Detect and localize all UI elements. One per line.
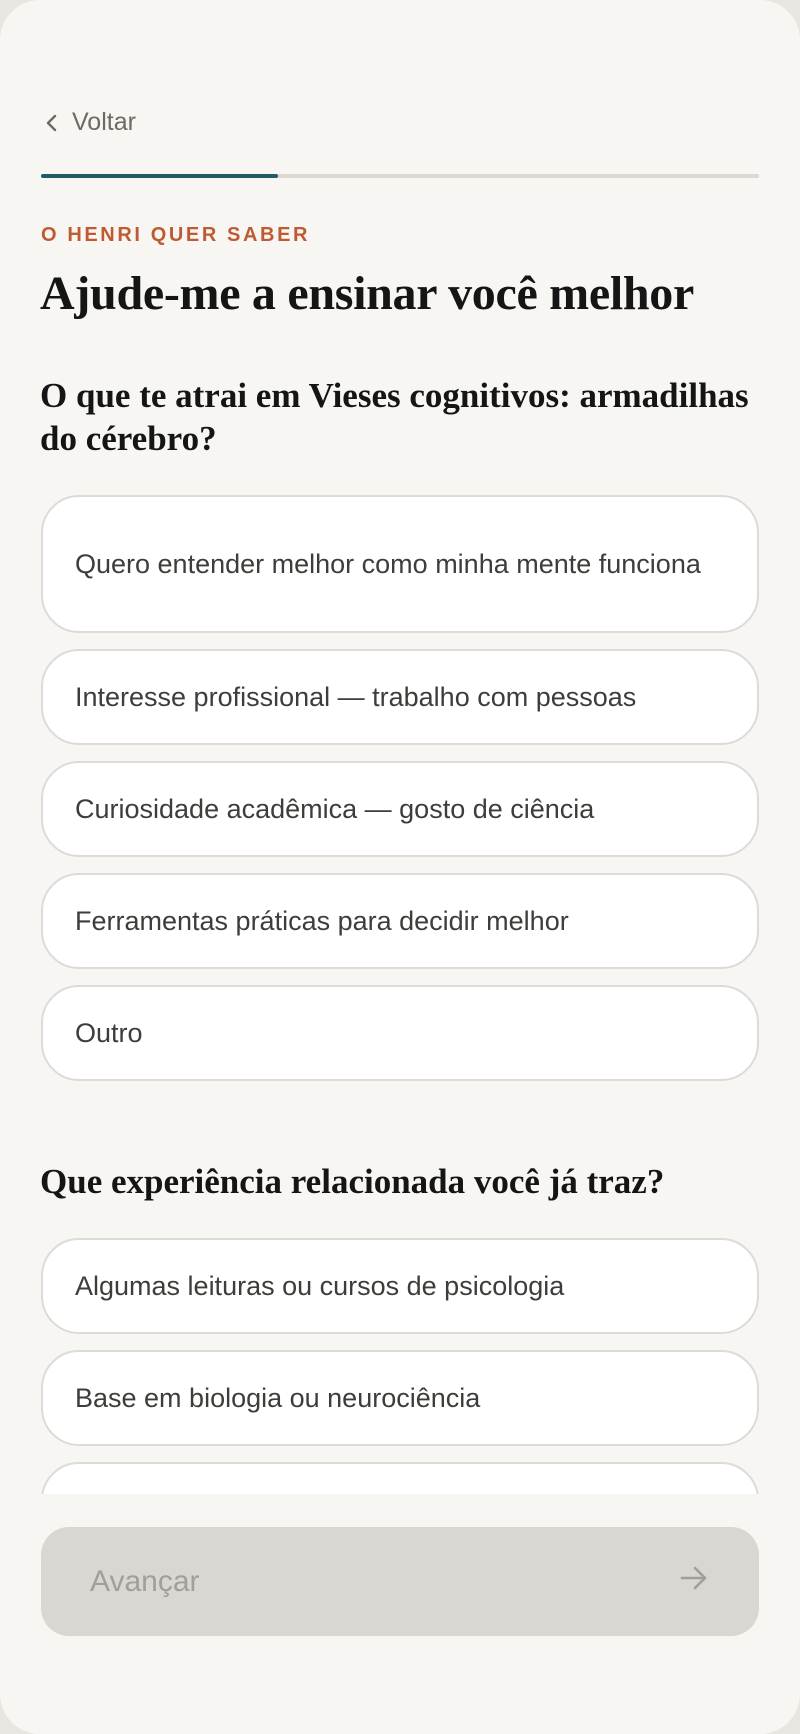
option-label: Quero entender melhor como minha mente f… <box>75 548 701 579</box>
onboarding-screen: Voltar O HENRI QUER SABER Ajude-me a ens… <box>0 0 800 1734</box>
question-experience: Que experiência relacionada você já traz… <box>40 1162 665 1201</box>
page-title: Ajude-me a ensinar você melhor <box>40 267 695 320</box>
next-button[interactable]: Avançar <box>41 1527 759 1636</box>
option-psychology-readings[interactable]: Algumas leituras ou cursos de psicologia <box>41 1238 759 1334</box>
option-label: Ferramentas práticas para decidir melhor <box>75 905 569 936</box>
next-label: Avançar <box>90 1564 200 1598</box>
option-partial[interactable] <box>41 1462 759 1494</box>
option-label: Outro <box>75 1017 143 1048</box>
question-interest: O que te atrai em Vieses cognitivos: arm… <box>40 376 749 458</box>
back-label: Voltar <box>72 108 136 136</box>
option-other[interactable]: Outro <box>41 985 759 1081</box>
progress-bar <box>41 174 759 178</box>
option-academic[interactable]: Curiosidade acadêmica — gosto de ciência <box>41 761 759 857</box>
option-understand-mind[interactable]: Quero entender melhor como minha mente f… <box>41 495 759 633</box>
option-professional[interactable]: Interesse profissional — trabalho com pe… <box>41 649 759 745</box>
option-label: Algumas leituras ou cursos de psicologia <box>75 1270 565 1301</box>
progress-fill <box>41 174 278 178</box>
questions-scroll-area[interactable]: O que te atrai em Vieses cognitivos: arm… <box>0 360 800 1494</box>
eyebrow-label: O HENRI QUER SABER <box>41 224 311 246</box>
option-practical-tools[interactable]: Ferramentas práticas para decidir melhor <box>41 873 759 969</box>
option-label: Curiosidade acadêmica — gosto de ciência <box>75 793 595 824</box>
chevron-left-icon <box>44 112 60 134</box>
option-label: Base em biologia ou neurociência <box>75 1382 481 1413</box>
option-label: Interesse profissional — trabalho com pe… <box>75 681 637 712</box>
arrow-right-icon <box>679 1565 709 1599</box>
back-button[interactable]: Voltar <box>44 108 136 137</box>
option-biology-base[interactable]: Base em biologia ou neurociência <box>41 1350 759 1446</box>
